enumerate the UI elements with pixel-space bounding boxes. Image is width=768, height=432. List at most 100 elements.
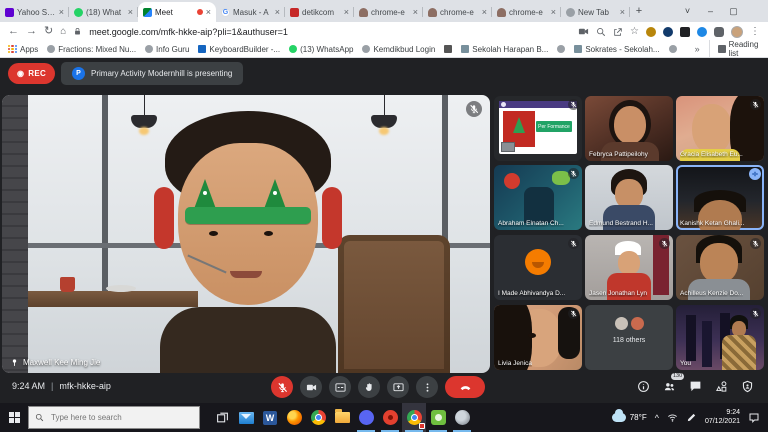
extension-dark-square-icon[interactable] [680,27,690,37]
wifi-icon[interactable] [667,412,678,423]
profile-avatar[interactable] [731,26,743,38]
back-icon[interactable]: ← [8,26,19,37]
tab-close-icon[interactable]: × [344,7,349,17]
more-options-button[interactable] [416,376,438,398]
taskbar-red-app[interactable] [378,403,402,432]
share-icon[interactable] [613,27,623,37]
slide-header-decor [499,101,577,108]
bookmark-globe-only-2[interactable] [669,45,677,53]
tab-new-tab[interactable]: New Tab × [561,2,630,22]
new-tab-button[interactable]: + [630,5,648,17]
present-button[interactable] [387,376,409,398]
tile-participant[interactable]: Febryca Pattipeilohy [585,96,673,161]
tile-others-count[interactable]: 118 others [585,305,673,370]
tab-close-icon[interactable]: × [482,7,487,17]
taskbar-sketch-app[interactable] [450,403,474,432]
bookmark-star-icon[interactable]: ☆ [630,26,639,37]
green-app-icon [431,410,446,425]
tile-presentation[interactable]: Per Formance [494,96,582,161]
tile-self-view[interactable]: You [676,305,764,370]
taskbar-word[interactable]: W [258,403,282,432]
tile-participant[interactable]: Edmund Bestrand H... [585,165,673,230]
tile-participant[interactable]: Abraham Elnatan Ch... [494,165,582,230]
raise-hand-button[interactable] [358,376,380,398]
bookmark-kemdikbud[interactable]: Kemdikbud Login [362,45,435,54]
apps-shortcut[interactable]: Apps [8,45,38,54]
mic-toggle-button[interactable] [271,376,293,398]
extension-hand-icon[interactable] [646,27,656,37]
bookmark-fractions[interactable]: Fractions: Mixed Nu... [47,45,136,54]
tab-whatsapp[interactable]: (18) What × [69,2,138,22]
bookmark-whatsapp[interactable]: (13) WhatsApp [289,45,353,54]
notification-center-button[interactable] [748,412,760,424]
forward-icon[interactable]: → [26,26,37,37]
tab-chrome-ext-1[interactable]: chrome-e × [354,2,423,22]
taskbar-mail[interactable] [234,403,258,432]
tab-meet-active[interactable]: Meet × [138,2,216,22]
activities-button[interactable] [715,380,728,393]
taskbar-green-app[interactable] [426,403,450,432]
task-view-button[interactable] [210,403,234,432]
tab-close-icon[interactable]: × [551,7,556,17]
host-controls-button[interactable] [741,380,754,393]
extensions-puzzle-icon[interactable] [714,27,724,37]
leave-call-button[interactable] [445,376,485,398]
tab-close-icon[interactable]: × [128,7,133,17]
url-text[interactable]: meet.google.com/mfk-hkke-aip?pli=1&authu… [89,27,571,37]
tile-participant[interactable]: Gracia Elisabeth Eu... [676,96,764,161]
bookmark-sokrates[interactable]: Sokrates - Sekolah... [574,45,659,54]
weather-widget[interactable]: 78°F [612,413,647,422]
tab-masuk[interactable]: G Masuk - A × [216,2,285,22]
zoom-icon[interactable] [596,27,606,37]
bookmark-icon-only[interactable] [444,45,452,53]
taskbar-chrome-recording[interactable] [402,403,426,432]
tab-close-icon[interactable]: × [275,7,280,17]
tab-close-icon[interactable]: × [206,7,211,17]
window-minimize-button[interactable]: – [699,6,722,16]
tile-participant-speaking[interactable]: Kanishk Ketan Ghali... [676,165,764,230]
start-button[interactable] [0,403,28,432]
extension-edge-circle-icon[interactable] [697,27,707,37]
chat-button[interactable] [689,380,702,393]
reload-icon[interactable]: ↻ [44,26,53,37]
headphone-decor [154,187,174,249]
home-icon[interactable]: ⌂ [60,27,66,37]
bookmarks-overflow-icon[interactable]: » [695,44,700,54]
tab-chrome-ext-2[interactable]: chrome-e × [423,2,492,22]
tab-close-icon[interactable]: × [59,7,64,17]
bookmark-keyboardbuilder[interactable]: KeyboardBuilder -... [198,45,280,54]
tab-close-icon[interactable]: × [620,7,625,17]
participants-button[interactable]: 130 [663,380,676,393]
taskbar-firefox[interactable] [282,403,306,432]
taskbar-discord[interactable] [354,403,378,432]
taskbar-search-box[interactable] [28,406,200,429]
captions-button[interactable] [329,376,351,398]
tile-participant[interactable]: Achilleus Kenzie Do... [676,235,764,300]
tab-camera-icon[interactable] [578,26,589,37]
main-video-tile[interactable]: Maxwell Kee Ming Jie [2,95,490,373]
reading-list-button[interactable]: Reading list [709,40,760,58]
search-input[interactable] [49,412,193,423]
bookmark-globe-only-1[interactable] [557,45,565,53]
tab-search-chevron-icon[interactable]: ˅ [676,6,699,16]
tile-participant[interactable]: Jasen Jonathan Lyn [585,235,673,300]
camera-toggle-button[interactable] [300,376,322,398]
tab-chrome-ext-3[interactable]: chrome-e × [492,2,561,22]
pen-icon[interactable] [686,412,697,423]
browser-menu-icon[interactable]: ⋮ [750,26,760,37]
tab-detikcom[interactable]: detikcom × [285,2,354,22]
extension-blue-circle-icon[interactable] [663,27,673,37]
taskbar-file-explorer[interactable] [330,403,354,432]
tab-yahoo[interactable]: Yahoo Sea × [0,2,69,22]
taskbar-clock[interactable]: 9:24 07/12/2021 [705,409,740,427]
taskbar-chrome[interactable] [306,403,330,432]
bookmark-info-guru[interactable]: Info Guru [145,45,189,54]
meeting-details-button[interactable] [637,380,650,393]
bookmark-sekolah-harapan[interactable]: Sekolah Harapan B... [461,45,548,54]
tile-participant[interactable]: I Made Abhivandya D... [494,235,582,300]
tray-expand-icon[interactable]: ^ [655,413,659,423]
tab-close-icon[interactable]: × [413,7,418,17]
window-maximize-button[interactable]: ▢ [722,6,745,17]
tile-participant[interactable]: Livia Jenica [494,305,582,370]
mic-muted-icon [750,308,761,319]
